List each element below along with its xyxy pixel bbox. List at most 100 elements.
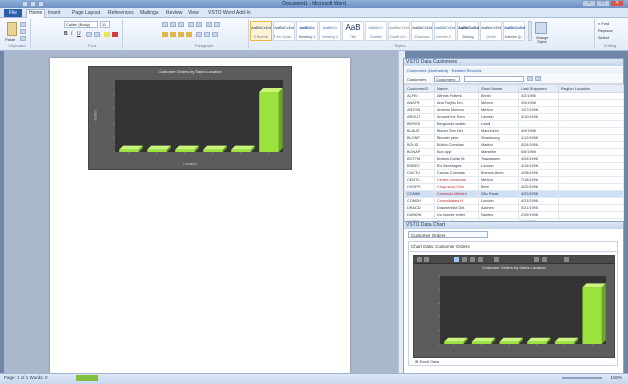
style-intense-quote[interactable]: AaBbCcDd Intense Q... bbox=[503, 21, 525, 41]
data-pane-toolbar-text[interactable]: Customers (Northwind) · Related Records bbox=[407, 68, 481, 73]
document-chart[interactable]: Customer Orders by Sales Location Orders… bbox=[88, 66, 292, 170]
chart-tool-icon[interactable] bbox=[494, 257, 499, 262]
style-strong[interactable]: AaBbCcDd Strong bbox=[457, 21, 479, 41]
chart-tool-icon[interactable] bbox=[542, 257, 547, 262]
style-heading-1[interactable]: AaBbCc Heading 1 bbox=[296, 21, 318, 41]
increase-indent-icon[interactable] bbox=[196, 22, 202, 27]
style-subtle-emphasis[interactable]: AaBbCcDd Subtle Em... bbox=[388, 21, 410, 41]
font-name-select[interactable]: Calibri (Body) bbox=[64, 21, 98, 28]
find-button[interactable]: ⌕ Find bbox=[598, 21, 609, 26]
bold-button[interactable]: B bbox=[64, 31, 68, 37]
select-button[interactable]: Select bbox=[598, 35, 609, 40]
sort-icon[interactable] bbox=[206, 22, 212, 27]
filter-clear-icon[interactable] bbox=[535, 76, 541, 81]
table-row[interactable]: ANATR Ana Trujillo Em. México 3/4/1998 bbox=[404, 99, 624, 107]
copy-icon[interactable] bbox=[20, 29, 26, 34]
table-row[interactable]: BERGS Berglunds snabb. Luleå bbox=[404, 120, 624, 128]
tab-insert[interactable]: Insert bbox=[48, 10, 61, 17]
language-indicator[interactable] bbox=[76, 375, 98, 381]
chart-tool-icon[interactable] bbox=[417, 257, 422, 262]
maximize-button[interactable]: □ bbox=[596, 0, 610, 7]
table-row[interactable]: COMMI Comércio Mineiro São Paulo 4/22/1998 bbox=[404, 190, 624, 198]
table-row[interactable]: CHOPS Chop-suey Chin. Bern 4/22/1998 bbox=[404, 183, 624, 191]
chart-pane-field[interactable]: Customer Orders bbox=[408, 231, 488, 238]
style-subtitle[interactable]: AaBbCc. Subtitle bbox=[365, 21, 387, 41]
table-row[interactable]: BSBEV B's Beverages London 4/14/1998 bbox=[404, 162, 624, 170]
table-row[interactable]: DRACD Drachenblut Del. Aachen 5/21/1998 bbox=[404, 204, 624, 212]
tab-references[interactable]: References bbox=[108, 10, 134, 17]
tab-review[interactable]: Review bbox=[166, 10, 182, 17]
replace-button[interactable]: Replace bbox=[598, 28, 613, 33]
table-row[interactable]: AROUT Around the Horn London 4/10/1998 bbox=[404, 113, 624, 121]
document-page[interactable]: Customer Orders by Sales Location Orders… bbox=[50, 58, 350, 373]
column-header[interactable]: Short Name bbox=[478, 84, 519, 93]
chart-pane-node[interactable]: ⊞ Excel Data bbox=[415, 359, 439, 364]
paste-icon[interactable] bbox=[7, 22, 17, 36]
style-normal[interactable]: AaBbCcDd ¶ Normal bbox=[250, 21, 272, 41]
table-row[interactable]: CACTU Cactus Comidas Buenos Aires 4/28/1998 bbox=[404, 169, 624, 177]
align-right-icon[interactable] bbox=[178, 32, 184, 37]
style-quote[interactable]: AaBbCcDd Quote bbox=[480, 21, 502, 41]
chart-tool-icon[interactable] bbox=[470, 257, 475, 262]
line-spacing-icon[interactable] bbox=[196, 32, 202, 37]
tab-vsto-add-in[interactable]: VSTO Word Add-In bbox=[208, 10, 251, 17]
close-button[interactable]: ✕ bbox=[610, 0, 624, 7]
table-row[interactable]: BOTTM Bottom-Dollar M. Tsawassen 4/24/1998 bbox=[404, 155, 624, 163]
chart-tool-icon[interactable] bbox=[564, 257, 569, 262]
multilevel-list-icon[interactable] bbox=[178, 22, 184, 27]
tab-view[interactable]: View bbox=[188, 10, 199, 17]
table-row[interactable]: DUMON Du monde entier Nantes 2/26/1998 bbox=[404, 211, 624, 219]
filter-search-input[interactable] bbox=[464, 76, 524, 82]
zoom-slider[interactable] bbox=[562, 377, 602, 379]
table-row[interactable]: ALFKI Alfreds Futterk. Berlin 3/2/1998 bbox=[404, 92, 624, 100]
filter-go-icon[interactable] bbox=[527, 76, 533, 81]
zoom-level[interactable]: 100% bbox=[610, 375, 622, 380]
tab-page-layout[interactable]: Page Layout bbox=[72, 10, 100, 17]
chart-tool-icon[interactable] bbox=[462, 257, 467, 262]
subscript-icon[interactable] bbox=[94, 32, 100, 37]
table-row[interactable]: ANTON Antonio Moreno México 1/27/1998 bbox=[404, 106, 624, 114]
column-header[interactable]: Name bbox=[434, 84, 479, 93]
style-emphasis[interactable]: AaBbCcDd Emphasis bbox=[411, 21, 433, 41]
table-row[interactable]: BOLID Bólido Comidas Madrid 3/24/1998 bbox=[404, 141, 624, 149]
style-title[interactable]: AaB Title bbox=[342, 21, 364, 41]
format-painter-icon[interactable] bbox=[20, 36, 26, 41]
strikethrough-icon[interactable] bbox=[86, 32, 92, 37]
align-left-icon[interactable] bbox=[162, 32, 168, 37]
column-header[interactable]: CustomerID bbox=[404, 84, 435, 93]
bullets-icon[interactable] bbox=[162, 22, 168, 27]
italic-button[interactable]: I bbox=[71, 31, 72, 37]
table-row[interactable]: CONSH Consolidated H. London 4/23/1998 bbox=[404, 197, 624, 205]
filter-select[interactable]: Customers bbox=[434, 76, 460, 82]
font-color-icon[interactable] bbox=[112, 32, 118, 37]
tab-mailings[interactable]: Mailings bbox=[140, 10, 158, 17]
cut-icon[interactable] bbox=[20, 22, 26, 27]
style-intense-emphasis[interactable]: AaBbCcDd Intense E... bbox=[434, 21, 456, 41]
change-styles-icon[interactable] bbox=[535, 22, 547, 34]
style-no-spacing[interactable]: AaBbCcDd ¶ No Spaci... bbox=[273, 21, 295, 41]
highlight-icon[interactable] bbox=[104, 32, 110, 37]
style-heading-2[interactable]: AaBbCc Heading 2 bbox=[319, 21, 341, 41]
chart-tool-icon[interactable] bbox=[534, 257, 539, 262]
chart-tool-icon[interactable] bbox=[424, 257, 429, 262]
tab-file[interactable]: File bbox=[4, 9, 22, 17]
justify-icon[interactable] bbox=[186, 32, 192, 37]
borders-icon[interactable] bbox=[212, 32, 218, 37]
font-size-select[interactable]: 11 bbox=[100, 21, 110, 28]
shading-icon[interactable] bbox=[204, 32, 210, 37]
column-header[interactable]: Last Shipment bbox=[518, 84, 559, 93]
customers-table[interactable]: CustomerID Name Short Name Last Shipment Reg… bbox=[404, 84, 624, 233]
status-page[interactable]: Page: 1 of 1 bbox=[4, 375, 28, 380]
styles-gallery-scroll[interactable] bbox=[528, 21, 532, 41]
table-row[interactable]: BLAUS Blauer See Del. Mannheim 4/9/1998 bbox=[404, 127, 624, 135]
align-center-icon[interactable] bbox=[170, 32, 176, 37]
underline-button[interactable]: U bbox=[77, 31, 81, 37]
table-row[interactable]: BONAP Bon app' Marseille 5/6/1998 bbox=[404, 148, 624, 156]
table-row[interactable]: CENTC Centro comercial México 7/18/1996 bbox=[404, 176, 624, 184]
table-row[interactable]: BLONP Blondel père. Strasbourg 1/12/1998 bbox=[404, 134, 624, 142]
show-marks-icon[interactable] bbox=[214, 22, 220, 27]
chart-tool-icon[interactable] bbox=[478, 257, 483, 262]
numbering-icon[interactable] bbox=[170, 22, 176, 27]
preview-chart[interactable]: Customer Orders by Sales Location bbox=[413, 255, 615, 358]
minimize-button[interactable]: – bbox=[582, 0, 596, 7]
